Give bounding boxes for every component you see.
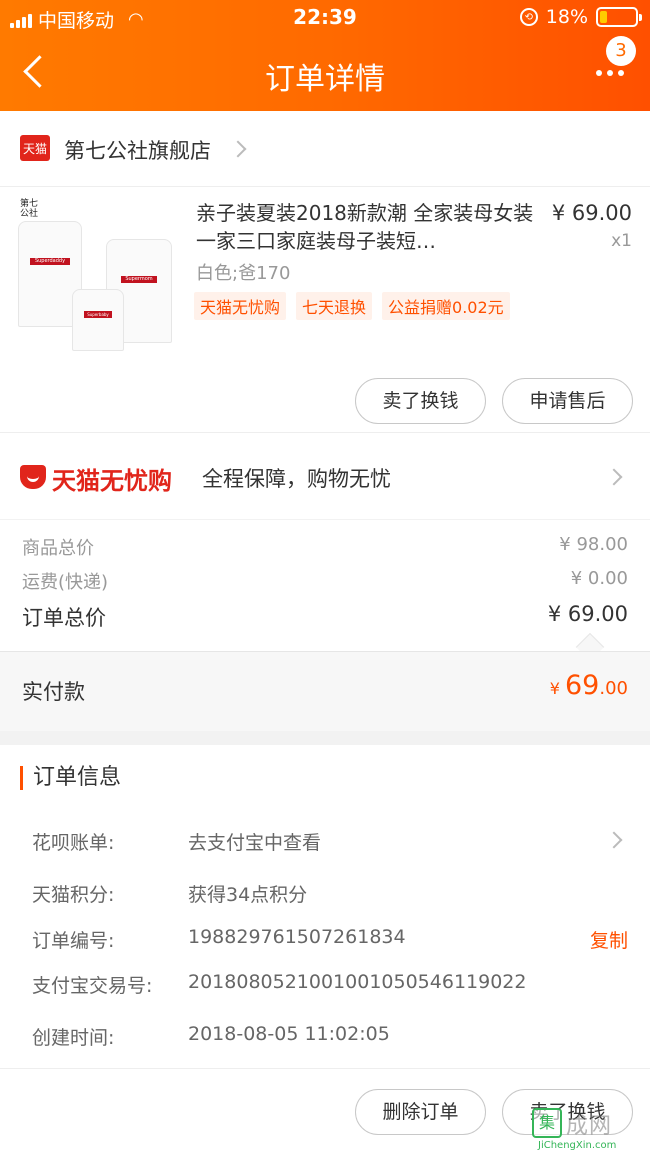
rotation-lock-icon: ⟲ [519, 8, 538, 26]
actual-payment-row: 实付款 ¥ 69.00 [0, 651, 650, 731]
tmall-logo-icon: 天猫 [20, 135, 50, 161]
points-value: 获得34点积分 [188, 884, 308, 906]
paid-label: 实付款 [22, 680, 85, 704]
goods-total-row: 商品总价 ¥ 98.00 [22, 534, 628, 560]
chevron-right-icon [605, 468, 623, 486]
watermark-url: JiChengXin.com [538, 1140, 617, 1151]
assurance-row[interactable]: 天猫无忧购 全程保障，购物无忧 [0, 432, 650, 520]
watermark-text: 成网 [566, 1114, 613, 1139]
store-name: 第七公社旗舰店 [64, 139, 211, 163]
order-total-label: 订单总价 [22, 606, 106, 630]
chevron-right-icon [229, 140, 247, 158]
shipping-label: 运费(快递) [22, 572, 109, 593]
paid-decimal: .00 [599, 678, 628, 699]
status-right: ⟲ 18% [519, 6, 642, 28]
more-dot-icon [596, 70, 602, 76]
shipping-row: 运费(快递) ¥ 0.00 [22, 568, 628, 594]
site-watermark: 集 成网 JiChengXin.com [532, 1106, 644, 1152]
order-total-value: ¥ 69.00 [547, 602, 628, 626]
service-tags: 天猫无忧购 七天退换 公益捐赠0.02元 [194, 292, 510, 320]
created-time-value: 2018-08-05 11:02:05 [188, 1023, 390, 1045]
product-title[interactable]: 亲子装夏装2018新款潮 全家装母女装一家三口家庭装母子装短… [196, 199, 536, 255]
product-sku: 白色;爸170 [196, 263, 291, 284]
brand-mark: 第七公社 [20, 199, 39, 219]
more-dot-icon [618, 70, 624, 76]
goods-total-label: 商品总价 [22, 538, 94, 559]
paid-currency: ¥ [549, 679, 565, 698]
product-item: 第七公社 Superdaddy Supermom Superbaby 亲子装夏装… [0, 187, 650, 432]
sell-for-cash-button[interactable]: 卖了换钱 [355, 378, 486, 424]
more-dot-icon [607, 70, 613, 76]
request-after-sale-button[interactable]: 申请售后 [502, 378, 633, 424]
service-tag: 七天退换 [296, 292, 373, 320]
huabei-value: 去支付宝中查看 [188, 832, 322, 854]
huabei-label: 花呗账单: [32, 832, 115, 854]
product-thumbnail[interactable]: 第七公社 Superdaddy Supermom Superbaby [16, 197, 176, 357]
product-quantity: x1 [611, 231, 632, 251]
delete-order-button[interactable]: 删除订单 [355, 1089, 486, 1135]
price-summary: 商品总价 ¥ 98.00 运费(快递) ¥ 0.00 订单总价 ¥ 69.00 [0, 520, 650, 652]
paid-integer: 69 [565, 670, 600, 701]
shipping-value: ¥ 0.00 [570, 568, 628, 589]
section-divider [0, 731, 650, 745]
alipay-trade-value: 2018080521001001050546119022 [188, 971, 527, 993]
copy-order-number-button[interactable]: 复制 [590, 926, 628, 953]
app-header: 中国移动 ◠ 22:39 ⟲ 18% 订单详情 3 [0, 0, 650, 111]
watermark-logo-icon: 集 [532, 1108, 562, 1138]
message-count-badge: 3 [606, 36, 636, 66]
service-tag: 公益捐赠0.02元 [382, 292, 510, 320]
order-number-label: 订单编号: [32, 930, 115, 952]
chevron-right-icon [605, 831, 623, 849]
shirt-image: Superbaby [72, 289, 124, 351]
assurance-brand: 天猫无忧购 [52, 467, 172, 495]
tmall-shield-icon [20, 465, 46, 489]
service-tag: 天猫无忧购 [194, 292, 287, 320]
store-row[interactable]: 天猫 第七公社旗舰店 [0, 111, 650, 187]
shirt-print: Superdaddy [30, 258, 70, 266]
order-number-value: 198829761507261834 [188, 926, 406, 948]
battery-icon [596, 7, 642, 27]
assurance-text: 全程保障，购物无忧 [202, 467, 391, 491]
shirt-print: Supermom [121, 275, 157, 283]
paid-amount: ¥ 69.00 [550, 670, 628, 701]
page-title: 订单详情 [265, 62, 385, 97]
order-total-row: 订单总价 ¥ 69.00 [22, 602, 628, 632]
alipay-trade-label: 支付宝交易号: [32, 975, 153, 997]
created-time-label: 创建时间: [32, 1027, 115, 1049]
status-bar: 中国移动 ◠ 22:39 ⟲ 18% [0, 0, 650, 36]
points-label: 天猫积分: [32, 884, 115, 906]
product-price: ¥ 69.00 [551, 201, 632, 225]
goods-total-value: ¥ 98.00 [559, 534, 628, 555]
shirt-print: Superbaby [84, 311, 112, 318]
order-info-title: 订单信息 [20, 766, 121, 790]
footer-divider [0, 1068, 650, 1069]
battery-percent: 18% [545, 6, 588, 28]
